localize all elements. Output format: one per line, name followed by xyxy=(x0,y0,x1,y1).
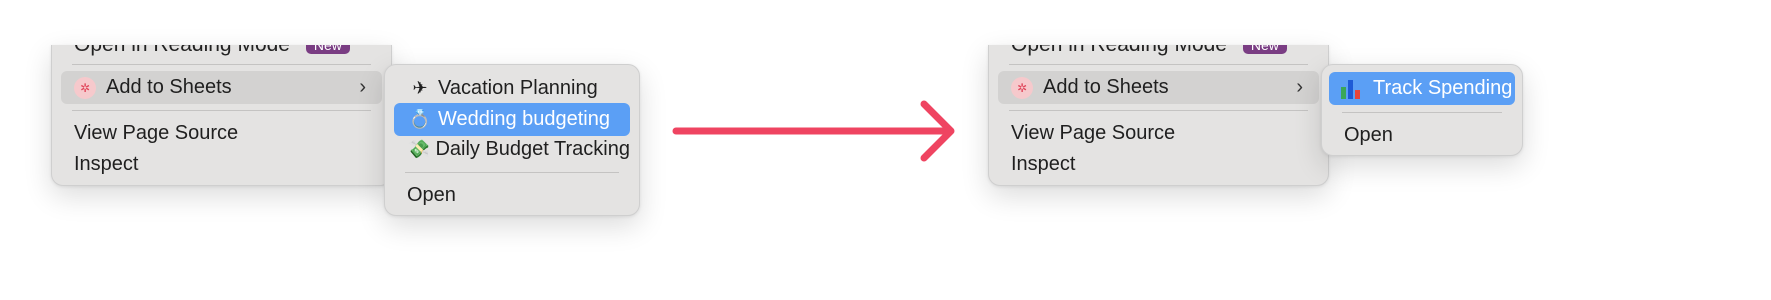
menu-separator xyxy=(1009,64,1308,65)
submenu-item-track-spending[interactable]: Track Spending xyxy=(1329,72,1515,105)
inspect-item[interactable]: Inspect xyxy=(998,148,1319,181)
submenu-open-item[interactable]: Open xyxy=(1331,119,1513,152)
right-arrow-icon xyxy=(672,100,955,162)
ring-icon: 💍 xyxy=(408,109,432,129)
inspect-label: Inspect xyxy=(74,153,139,175)
sheets-submenu-right: Track Spending Open xyxy=(1321,64,1523,156)
chevron-right-icon: › xyxy=(1296,76,1303,98)
sheets-extension-icon: ✲ xyxy=(1011,76,1033,99)
inspect-item[interactable]: Inspect xyxy=(61,148,382,181)
add-to-sheets-label: Add to Sheets xyxy=(1043,76,1169,98)
add-to-sheets-item[interactable]: ✲ Add to Sheets › xyxy=(61,71,382,104)
new-badge: New xyxy=(305,45,350,55)
submenu-item-label: Daily Budget Tracking xyxy=(435,138,630,160)
truncated-menu-item[interactable]: Open in Reading Mode New xyxy=(52,45,391,71)
submenu-item-wedding-budgeting[interactable]: 💍 Wedding budgeting xyxy=(394,103,630,136)
money-with-wings-icon: 💸 xyxy=(407,139,430,159)
add-to-sheets-label: Add to Sheets xyxy=(106,76,232,98)
open-label: Open xyxy=(407,184,456,206)
airplane-icon: ✈ xyxy=(412,78,428,98)
submenu-item-vacation-planning[interactable]: ✈ Vacation Planning xyxy=(394,72,630,105)
submenu-item-label: Vacation Planning xyxy=(438,77,598,99)
add-to-sheets-item[interactable]: ✲ Add to Sheets › xyxy=(998,71,1319,104)
sheets-submenu-left: ✈ Vacation Planning 💍 Wedding budgeting … xyxy=(384,64,640,216)
submenu-item-daily-budget-tracking[interactable]: 💸 Daily Budget Tracking xyxy=(394,133,630,166)
truncated-menu-item[interactable]: Open in Reading Mode New xyxy=(989,45,1328,71)
open-label: Open xyxy=(1344,124,1393,146)
view-page-source-item[interactable]: View Page Source xyxy=(61,117,382,150)
chevron-right-icon: › xyxy=(359,76,366,98)
context-menu-left: Open in Reading Mode New ✲ Add to Sheets… xyxy=(51,45,392,186)
menu-separator xyxy=(405,172,619,173)
sheets-extension-icon: ✲ xyxy=(74,76,96,99)
submenu-item-label: Track Spending xyxy=(1373,77,1513,99)
view-page-source-label: View Page Source xyxy=(74,122,239,144)
submenu-open-item[interactable]: Open xyxy=(394,179,630,212)
menu-separator xyxy=(1342,112,1502,113)
bar-chart-icon xyxy=(1341,79,1363,99)
submenu-item-label: Wedding budgeting xyxy=(438,108,610,130)
reading-mode-label: Open in Reading Mode xyxy=(74,45,290,56)
view-page-source-label: View Page Source xyxy=(1011,122,1176,144)
inspect-label: Inspect xyxy=(1011,153,1076,175)
menu-separator xyxy=(72,64,371,65)
view-page-source-item[interactable]: View Page Source xyxy=(998,117,1319,150)
reading-mode-label: Open in Reading Mode xyxy=(1011,45,1227,56)
new-badge: New xyxy=(1242,45,1287,55)
menu-separator xyxy=(1009,110,1308,111)
menu-separator xyxy=(72,110,371,111)
context-menu-right: Open in Reading Mode New ✲ Add to Sheets… xyxy=(988,45,1329,186)
